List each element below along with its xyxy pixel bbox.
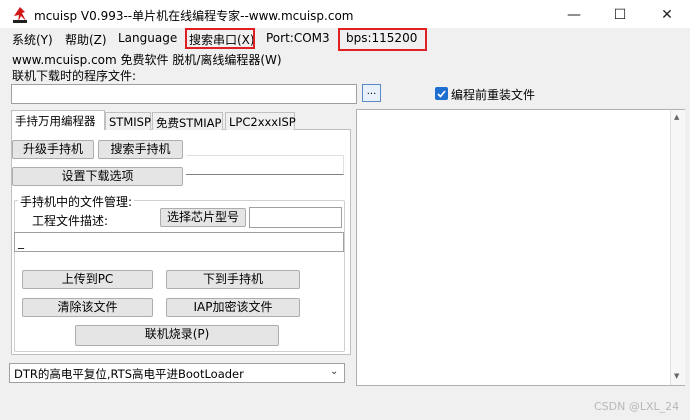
tab-lpc2xxxisp[interactable]: LPC2xxxISP xyxy=(225,112,296,130)
chip-model-field[interactable] xyxy=(249,207,342,228)
chevron-down-icon[interactable]: ⌄ xyxy=(330,366,338,377)
reload-file-checkbox[interactable] xyxy=(435,87,448,100)
project-description-label: 工程文件描述: xyxy=(32,214,109,228)
iap-encrypt-button[interactable]: IAP加密该文件 xyxy=(166,298,300,317)
search-handheld-button[interactable]: 搜索手持机 xyxy=(98,140,183,159)
upload-to-pc-button[interactable]: 上传到PC xyxy=(22,270,153,289)
handheld-status-field xyxy=(186,155,344,175)
tab-stmisp[interactable]: STMISP xyxy=(105,112,151,130)
maximize-button[interactable]: ☐ xyxy=(597,0,643,30)
download-options-button[interactable]: 设置下载选项 xyxy=(12,167,183,186)
close-button[interactable]: ✕ xyxy=(644,0,690,30)
project-description-input[interactable]: _ xyxy=(14,232,344,252)
file-management-title: 手持机中的文件管理: xyxy=(18,193,135,210)
tab-handheld-programmer[interactable]: 手持万用编程器 xyxy=(11,110,105,130)
menu-port[interactable]: Port:COM3 xyxy=(266,31,330,45)
browse-file-button[interactable]: ... xyxy=(362,84,381,102)
menu-system[interactable]: 系统(Y) xyxy=(12,31,53,48)
reload-file-label: 编程前重装文件 xyxy=(451,88,536,102)
watermark-text: CSDN @LXL_24 xyxy=(594,400,680,413)
offline-programmer-link[interactable]: www.mcuisp.com 免费软件 脱机/离线编程器(W) xyxy=(12,51,282,68)
download-file-label: 联机下载时的程序文件: xyxy=(12,69,137,83)
scroll-down-arrow-icon[interactable]: ▼ xyxy=(674,372,679,380)
upgrade-handheld-button[interactable]: 升级手持机 xyxy=(12,140,94,159)
output-log-panel[interactable] xyxy=(356,109,685,386)
tab-stmiap[interactable]: 免费STMIAP xyxy=(152,112,223,130)
download-to-handheld-button[interactable]: 下到手持机 xyxy=(166,270,300,289)
online-burn-button[interactable]: 联机烧录(P) xyxy=(75,325,279,346)
search-port-highlight-box xyxy=(185,28,255,49)
scroll-up-arrow-icon[interactable]: ▲ xyxy=(674,113,679,121)
reset-mode-select[interactable]: DTR的高电平复位,RTS高电平进BootLoader xyxy=(9,363,345,383)
log-scrollbar[interactable] xyxy=(670,110,685,385)
menu-language[interactable]: Language xyxy=(118,31,177,45)
checkmark-icon xyxy=(437,90,446,98)
bps-highlight-box xyxy=(338,28,427,51)
app-logo-icon xyxy=(13,7,27,23)
menu-help[interactable]: 帮助(Z) xyxy=(65,31,107,48)
program-file-input[interactable] xyxy=(11,84,357,104)
title-bar: mcuisp V0.993--单片机在线编程专家--www.mcuisp.com… xyxy=(0,0,690,30)
clear-file-button[interactable]: 清除该文件 xyxy=(22,298,153,317)
window-title: mcuisp V0.993--单片机在线编程专家--www.mcuisp.com xyxy=(34,9,354,23)
minimize-button[interactable]: — xyxy=(551,0,597,30)
select-chip-button[interactable]: 选择芯片型号 xyxy=(160,208,246,227)
